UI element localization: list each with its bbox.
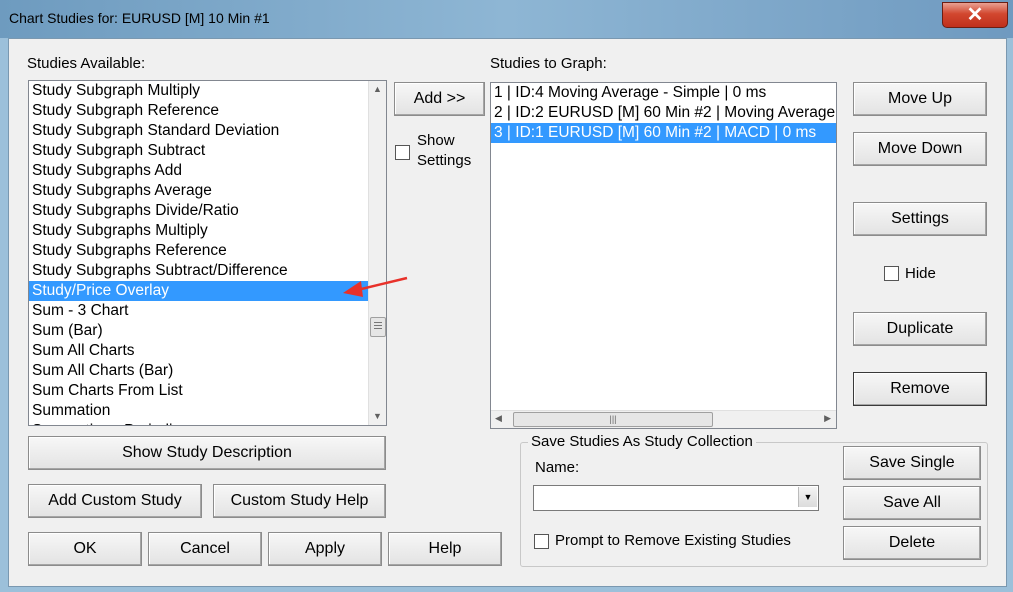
show-settings-checkbox[interactable] (395, 145, 410, 160)
dialog-window: Chart Studies for: EURUSD [M] 10 Min #1 … (0, 0, 1013, 592)
move-down-button[interactable]: Move Down (853, 132, 987, 166)
available-list-item[interactable]: Study Subgraph Subtract (29, 141, 368, 161)
available-list-item[interactable]: Sum All Charts (Bar) (29, 361, 368, 381)
window-title: Chart Studies for: EURUSD [M] 10 Min #1 (9, 10, 270, 26)
help-button[interactable]: Help (388, 532, 502, 566)
apply-button[interactable]: Apply (268, 532, 382, 566)
show-study-description-button[interactable]: Show Study Description (28, 436, 386, 470)
scroll-thumb[interactable] (370, 317, 386, 337)
close-icon[interactable]: ✕ (942, 2, 1008, 28)
graph-list-item[interactable]: 1 | ID:4 Moving Average - Simple | 0 ms (491, 83, 836, 103)
studies-to-graph-list[interactable]: 1 | ID:4 Moving Average - Simple | 0 ms 2… (490, 82, 837, 429)
title-bar[interactable]: Chart Studies for: EURUSD [M] 10 Min #1 … (0, 0, 1013, 38)
available-list-item[interactable]: Study Subgraph Reference (29, 101, 368, 121)
available-list-item[interactable]: Summation (29, 401, 368, 421)
prompt-remove-checkbox[interactable] (534, 534, 549, 549)
add-custom-study-button[interactable]: Add Custom Study (28, 484, 202, 518)
available-list-item[interactable]: Study Subgraphs Reference (29, 241, 368, 261)
studies-available-list[interactable]: Study Subgraph Multiply Study Subgraph Re… (28, 80, 387, 426)
scroll-down-arrow-icon[interactable]: ▼ (369, 408, 386, 425)
hide-checkbox[interactable] (884, 266, 899, 281)
dropdown-arrow-icon[interactable]: ▼ (798, 487, 817, 507)
available-list-item[interactable]: Study Subgraphs Add (29, 161, 368, 181)
scroll-right-arrow-icon[interactable]: ▶ (824, 413, 831, 424)
graph-list-item[interactable]: 3 | ID:1 EURUSD [M] 60 Min #2 | MACD | 0… (491, 123, 836, 143)
cancel-button[interactable]: Cancel (148, 532, 262, 566)
custom-study-help-button[interactable]: Custom Study Help (213, 484, 386, 518)
scroll-up-arrow-icon[interactable]: ▲ (369, 81, 386, 98)
name-label: Name: (535, 459, 580, 476)
save-all-button[interactable]: Save All (843, 486, 981, 520)
hide-label: Hide (905, 265, 936, 282)
graph-horizontal-scrollbar[interactable]: ◀ ||| ▶ (491, 410, 836, 428)
horizontal-scroll-thumb[interactable]: ||| (513, 412, 713, 427)
show-settings-label-line2: Settings (417, 152, 472, 169)
annotation-arrow-icon (343, 276, 408, 297)
available-list-item[interactable]: Study Subgraphs Subtract/Difference (29, 261, 368, 281)
available-list-item[interactable]: Study Subgraph Multiply (29, 81, 368, 101)
available-vertical-scrollbar[interactable]: ▲ ▼ (368, 81, 386, 425)
available-list-item[interactable]: Summation - Periodic (29, 421, 368, 425)
duplicate-button[interactable]: Duplicate (853, 312, 987, 346)
available-list-item[interactable]: Sum (Bar) (29, 321, 368, 341)
studies-to-graph-label: Studies to Graph: (490, 55, 607, 72)
scroll-left-arrow-icon[interactable]: ◀ (495, 413, 502, 424)
save-collection-group-label: Save Studies As Study Collection (528, 433, 756, 450)
studies-available-label: Studies Available: (27, 55, 146, 72)
remove-button[interactable]: Remove (853, 372, 987, 406)
available-list-item[interactable]: Study Subgraphs Average (29, 181, 368, 201)
available-list-item[interactable]: Sum Charts From List (29, 381, 368, 401)
ok-button[interactable]: OK (28, 532, 142, 566)
available-list-item[interactable]: Sum All Charts (29, 341, 368, 361)
available-list-item[interactable]: Study Subgraphs Divide/Ratio (29, 201, 368, 221)
delete-button[interactable]: Delete (843, 526, 981, 560)
move-up-button[interactable]: Move Up (853, 82, 987, 116)
available-list-item[interactable]: Study Subgraphs Multiply (29, 221, 368, 241)
add-study-button[interactable]: Add >> (394, 82, 485, 116)
prompt-remove-label: Prompt to Remove Existing Studies (555, 532, 791, 549)
available-list-item[interactable]: Study/Price Overlay (29, 281, 368, 301)
dialog-client-area: Studies Available: Study Subgraph Multip… (8, 38, 1007, 587)
settings-button[interactable]: Settings (853, 202, 987, 236)
available-list-item[interactable]: Sum - 3 Chart (29, 301, 368, 321)
save-single-button[interactable]: Save Single (843, 446, 981, 480)
show-settings-label-line1: Show (417, 132, 455, 149)
available-list-item[interactable]: Study Subgraph Standard Deviation (29, 121, 368, 141)
name-combobox[interactable]: ▼ (533, 485, 819, 511)
graph-list-item[interactable]: 2 | ID:2 EURUSD [M] 60 Min #2 | Moving A… (491, 103, 836, 123)
